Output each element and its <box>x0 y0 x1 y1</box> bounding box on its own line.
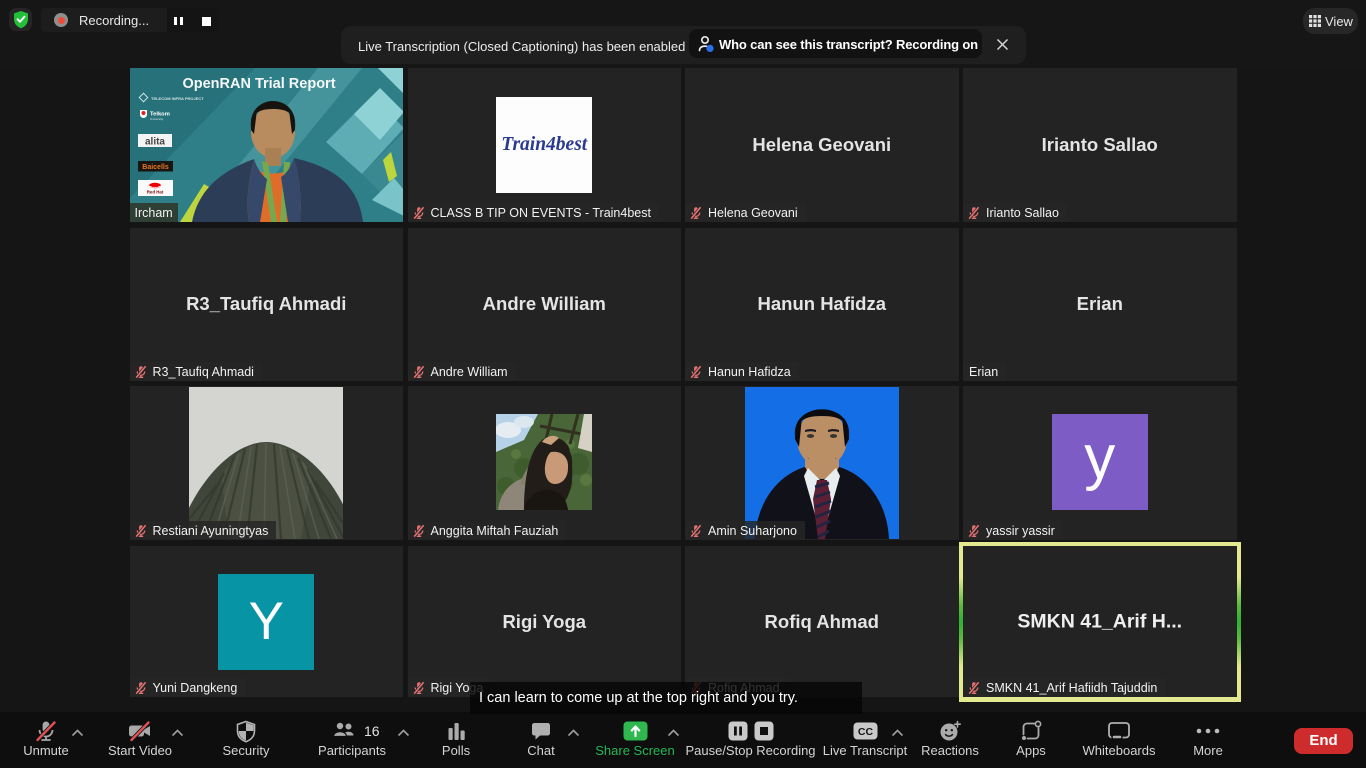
svg-text:OpenRAN Trial Report: OpenRAN Trial Report <box>182 76 335 92</box>
svg-text:Baicells: Baicells <box>142 164 169 171</box>
svg-text:Red Hat: Red Hat <box>146 190 163 195</box>
svg-text:TELECOM INFRA PROJECT: TELECOM INFRA PROJECT <box>151 96 204 101</box>
svg-text:University: University <box>150 117 164 121</box>
svg-text:CC: CC <box>857 726 873 738</box>
svg-text:alita: alita <box>144 137 164 148</box>
